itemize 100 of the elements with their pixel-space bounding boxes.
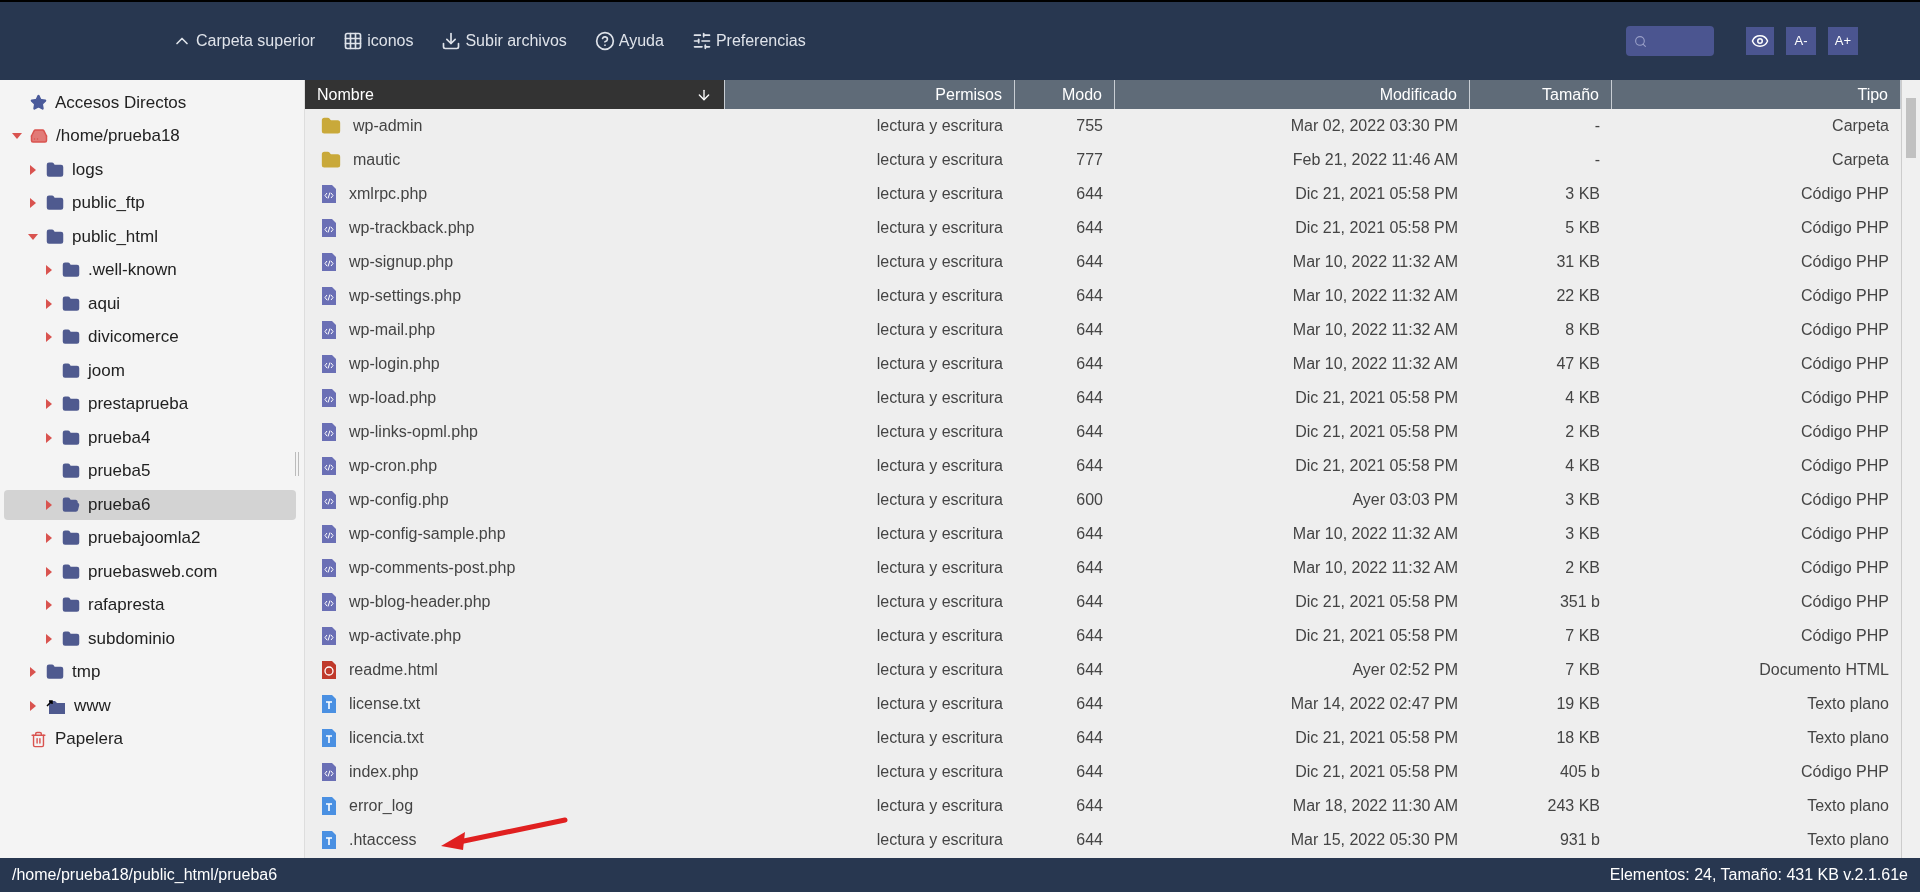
size-cell-text: 31 KB [1555,252,1601,272]
mode-cell-text: 644 [1075,830,1104,850]
tree-item[interactable]: tmp [4,657,296,687]
tree-item[interactable]: prueba5 [4,456,296,486]
modified-cell-text: Dic 21, 2021 05:58 PM [1294,728,1459,748]
file-row[interactable]: wp-config.php lectura y escritura 600 Ayer 03:03 PM 3 KB Código PHP [305,483,1901,517]
file-row[interactable]: wp-comments-post.php lectura y escritura 644 Mar 10, 2022 11:32 AM 2 KB Código PHP [305,551,1901,585]
code-file-icon [321,218,337,238]
font-size-button[interactable]: A+ [1828,27,1858,55]
text-file-icon [321,796,337,816]
tree-item[interactable]: logs [4,154,296,185]
toolbar-button[interactable]: iconos [343,29,414,53]
toolbar-button[interactable]: Carpeta superior [172,29,316,53]
tree-item[interactable]: prestaprueba [4,389,296,419]
file-row[interactable]: .htaccess lectura y escritura 644 Mar 15, 2022 05:30 PM 931 b Texto plano [305,823,1901,857]
mode-cell-text: 644 [1075,626,1104,646]
file-row[interactable]: wp-links-opml.php lectura y escritura 644 Dic 21, 2021 05:58 PM 2 KB Código PHP [305,415,1901,449]
file-row[interactable]: error_log lectura y escritura 644 Mar 18, 2022 11:30 AM 243 KB Texto plano [305,789,1901,823]
code-file-icon [321,184,337,204]
file-row[interactable]: wp-config-sample.php lectura y escritura 644 Mar 10, 2022 11:32 AM 3 KB Código PHP [305,517,1901,551]
tree-item[interactable]: Papelera [4,724,296,754]
size-cell-text: 22 KB [1555,286,1601,306]
permissions-cell-text: lectura y escritura [875,762,1004,782]
column-header[interactable]: Nombre [305,80,725,109]
size-cell-text: 4 KB [1564,456,1601,476]
tree-item[interactable]: rafapresta [4,590,296,620]
tree-item[interactable]: public_ftp [4,188,296,218]
caret-right-icon[interactable] [44,432,54,443]
file-row[interactable]: wp-blog-header.php lectura y escritura 644 Dic 21, 2021 05:58 PM 351 b Código PHP [305,585,1901,619]
file-row[interactable]: xmlrpc.php lectura y escritura 644 Dic 21, 2021 05:58 PM 3 KB Código PHP [305,177,1901,211]
file-row[interactable]: wp-trackback.php lectura y escritura 644 Dic 21, 2021 05:58 PM 5 KB Código PHP [305,211,1901,245]
size-cell-text: 931 b [1558,830,1601,850]
code-file-icon [321,490,337,510]
tree-item[interactable]: pruebasweb.com [4,556,296,587]
caret-down-icon[interactable] [12,131,22,141]
tree-item[interactable]: aqui [4,288,296,319]
caret-right-icon[interactable] [44,332,54,342]
mode-cell-text: 644 [1075,558,1104,578]
toolbar-button[interactable]: Subir archivos [441,29,567,53]
tree-item[interactable]: pruebajoomla2 [4,523,296,553]
code-file-icon [321,354,337,374]
tree-item[interactable]: prueba6 [4,489,296,520]
file-name: license.txt [349,694,421,714]
font-size-button[interactable]: A- [1786,27,1816,55]
tree-item[interactable]: public_html [4,221,296,252]
file-row[interactable]: wp-admin lectura y escritura 755 Mar 02, 2022 03:30 PM - Carpeta [305,109,1901,143]
file-row[interactable]: licencia.txt lectura y escritura 644 Dic 21, 2021 05:58 PM 18 KB Texto plano [305,721,1901,755]
caret-right-icon[interactable] [44,499,54,510]
permissions-cell-text: lectura y escritura [875,558,1004,578]
caret-right-icon[interactable] [44,600,54,610]
caret-down-icon[interactable] [28,231,38,242]
file-row[interactable]: index.php lectura y escritura 644 Dic 21, 2021 05:58 PM 405 b Código PHP [305,755,1901,789]
tree-item[interactable]: divicomerce [4,322,296,352]
size-cell-text: 7 KB [1564,660,1601,680]
caret-right-icon[interactable] [44,265,54,275]
tree-item[interactable]: prueba4 [4,422,296,453]
file-name: wp-settings.php [349,286,462,306]
help-icon [594,31,615,51]
type-cell-text: Código PHP [1799,354,1890,374]
size-cell-text: 3 KB [1564,490,1601,510]
file-row[interactable]: readme.html lectura y escritura 644 Ayer 02:52 PM 7 KB Documento HTML [305,653,1901,687]
search-field[interactable] [1626,26,1714,56]
mode-cell-text: 644 [1075,796,1104,816]
modified-cell-text: Feb 21, 2022 11:46 AM [1291,150,1459,170]
type-cell-text: Texto plano [1806,728,1890,748]
tree-item[interactable]: joom [4,355,296,386]
tree-item[interactable]: www [4,690,296,721]
view-button[interactable] [1746,27,1774,55]
caret-right-icon[interactable] [28,700,38,711]
resize-handle[interactable] [295,452,299,476]
file-row[interactable]: wp-login.php lectura y escritura 644 Mar 10, 2022 11:32 AM 47 KB Código PHP [305,347,1901,381]
file-row[interactable]: license.txt lectura y escritura 644 Mar 14, 2022 02:47 PM 19 KB Texto plano [305,687,1901,721]
caret-right-icon[interactable] [44,633,54,644]
file-row[interactable]: mautic lectura y escritura 777 Feb 21, 2022 11:46 AM - Carpeta [305,143,1901,177]
caret-right-icon[interactable] [44,399,54,409]
text-file-icon [321,830,337,850]
tree-item[interactable]: .well-known [4,255,296,285]
caret-right-icon[interactable] [44,533,54,543]
tree-item[interactable]: subdominio [4,623,296,654]
tree-item[interactable]: /home/prueba18 [4,121,296,151]
file-row[interactable]: wp-load.php lectura y escritura 644 Dic 21, 2021 05:58 PM 4 KB Código PHP [305,381,1901,415]
caret-right-icon[interactable] [28,667,38,677]
mode-cell-text: 644 [1075,388,1104,408]
toolbar-button[interactable]: Preferencias [691,29,806,53]
caret-right-icon[interactable] [28,198,38,208]
file-row[interactable]: wp-settings.php lectura y escritura 644 Mar 10, 2022 11:32 AM 22 KB Código PHP [305,279,1901,313]
caret-right-icon[interactable] [44,566,54,577]
modified-cell-text: Mar 10, 2022 11:32 AM [1291,320,1459,340]
caret-right-icon[interactable] [28,164,38,175]
tree-item[interactable]: Accesos Directos [4,87,296,118]
file-row[interactable]: wp-cron.php lectura y escritura 644 Dic 21, 2021 05:58 PM 4 KB Código PHP [305,449,1901,483]
file-row[interactable]: wp-signup.php lectura y escritura 644 Mar 10, 2022 11:32 AM 31 KB Código PHP [305,245,1901,279]
toolbar-button[interactable]: Ayuda [594,29,664,53]
file-row[interactable]: wp-activate.php lectura y escritura 644 Dic 21, 2021 05:58 PM 7 KB Código PHP [305,619,1901,653]
mode-cell-text: 644 [1075,354,1104,374]
modified-cell-text: Mar 15, 2022 05:30 PM [1289,830,1459,850]
caret-right-icon[interactable] [44,298,54,309]
file-row[interactable]: wp-mail.php lectura y escritura 644 Mar 10, 2022 11:32 AM 8 KB Código PHP [305,313,1901,347]
status-summary: Elementos: 24, Tamaño: 431 KB v.2.1.61e [1609,865,1908,885]
text-file-icon [321,694,337,714]
